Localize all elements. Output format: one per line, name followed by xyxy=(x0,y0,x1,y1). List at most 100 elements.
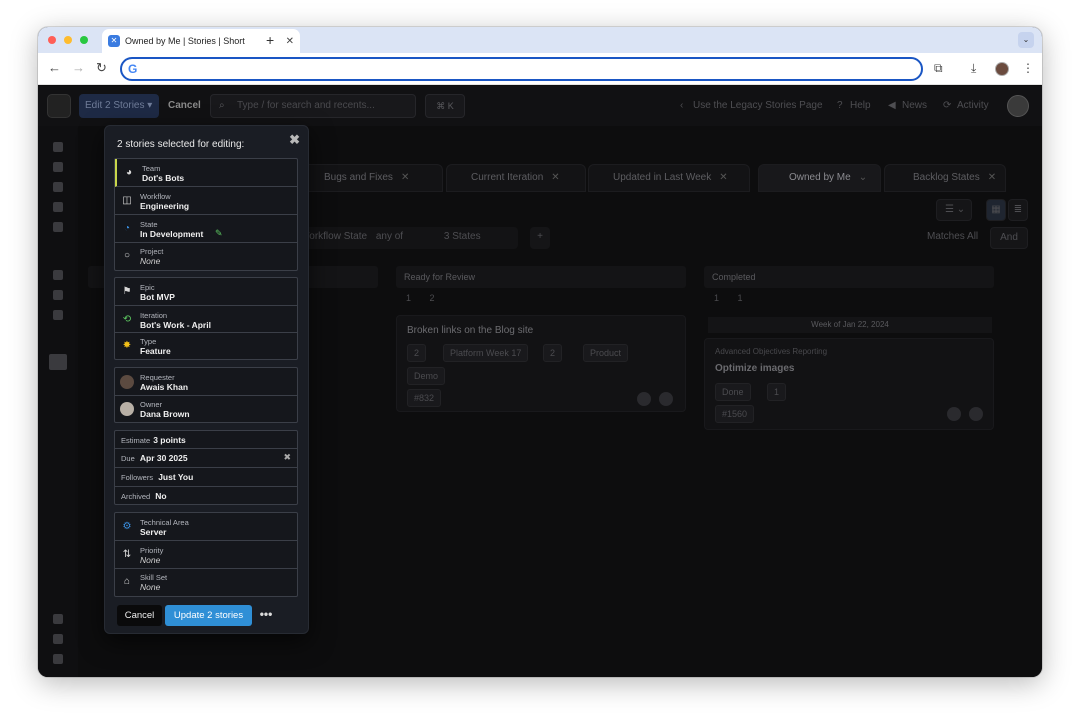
objectives-icon[interactable] xyxy=(53,162,63,172)
help-link[interactable]: Help xyxy=(850,100,871,111)
story-card[interactable]: Advanced Objectives Reporting Optimize i… xyxy=(704,338,994,430)
news-link[interactable]: News xyxy=(902,100,927,111)
followers-field[interactable]: Followers Just You xyxy=(115,468,297,487)
epic-label[interactable]: Advanced Objectives Reporting xyxy=(715,347,827,356)
starred-icon[interactable] xyxy=(53,654,63,664)
in-progress-state-icon: ◔ xyxy=(123,223,131,234)
story-title[interactable]: Broken links on the Blog site xyxy=(407,325,533,336)
iteration-field[interactable]: ⟲ Iteration Bot's Work - April xyxy=(115,306,297,333)
chevron-down-icon[interactable]: ⌄ xyxy=(859,172,867,183)
table-view-icon[interactable]: ≣ xyxy=(1008,199,1028,221)
field-label: Requester xyxy=(140,373,175,382)
epic-field[interactable]: ⚑ Epic Bot MVP xyxy=(115,278,297,306)
tab-close-icon[interactable]: ✕ xyxy=(401,172,409,183)
field-value: Feature xyxy=(140,346,171,356)
product-label-chip[interactable]: Product xyxy=(583,344,629,362)
skill-set-field[interactable]: ⌂ Skill Set None xyxy=(115,569,297,596)
type-field[interactable]: ✸ Type Feature xyxy=(115,333,297,359)
home-icon[interactable] xyxy=(53,142,63,152)
story-id-chip[interactable]: #1560 xyxy=(715,405,755,423)
topbar-cancel-button[interactable]: Cancel xyxy=(168,100,201,111)
workflow-field[interactable]: ◫ Workflow Engineering xyxy=(115,187,297,215)
stories-icon[interactable] xyxy=(53,202,63,212)
forward-arrow-icon[interactable]: → xyxy=(72,60,85,75)
estimate-chip[interactable]: 2 xyxy=(407,344,427,362)
matches-all-select[interactable]: Matches All xyxy=(919,227,985,249)
epics-icon[interactable] xyxy=(53,182,63,192)
requester-avatar[interactable] xyxy=(659,392,673,406)
state-chip[interactable]: Done xyxy=(715,383,751,401)
zoom-window-dot[interactable] xyxy=(80,36,88,44)
requester-field[interactable]: Requester Awais Khan xyxy=(115,368,297,396)
new-tab-button[interactable]: + xyxy=(266,32,274,48)
back-arrow-icon[interactable]: ← xyxy=(48,60,61,75)
user-avatar[interactable] xyxy=(1007,95,1029,117)
extensions-icon[interactable]: ⧉ xyxy=(934,61,943,76)
week-group-header: Week of Jan 22, 2024 xyxy=(708,317,992,333)
estimate-field[interactable]: Estimate 3 points xyxy=(115,431,297,449)
state-field[interactable]: ◔ State In Development ✎ xyxy=(115,215,297,243)
field-value: None xyxy=(140,256,161,266)
team-icon[interactable] xyxy=(53,270,63,280)
update-stories-button[interactable]: Update 2 stories xyxy=(165,605,252,626)
legacy-stories-link[interactable]: Use the Legacy Stories Page xyxy=(693,100,823,111)
browser-toolbar: ← → ↻ G ⧉ ⤓ ⋮ xyxy=(38,53,1042,85)
owner-field[interactable]: Owner Dana Brown xyxy=(115,396,297,423)
cancel-button[interactable]: Cancel xyxy=(117,605,162,626)
demo-label-chip[interactable]: Demo xyxy=(407,367,446,385)
owner-avatar[interactable] xyxy=(947,407,961,421)
tab-close-icon[interactable]: ✕ xyxy=(551,172,559,183)
command-shortcut-button[interactable]: ⌘ K xyxy=(425,94,465,118)
field-value: Server xyxy=(140,527,167,537)
display-options-button[interactable]: ☰ ⌄ xyxy=(936,199,972,221)
and-operator-button[interactable]: And xyxy=(990,227,1028,249)
tab-owned-by-me[interactable]: Owned by Me ⌄ xyxy=(758,164,881,192)
teams-nav-icon[interactable] xyxy=(49,354,67,370)
requester-avatar[interactable] xyxy=(969,407,983,421)
tab-close-icon[interactable]: ✕ xyxy=(286,36,294,47)
settings-icon[interactable] xyxy=(53,614,63,624)
clear-date-icon[interactable]: ✖ xyxy=(283,452,291,463)
tab-close-icon[interactable]: ✕ xyxy=(719,172,727,183)
close-icon[interactable]: ✖ xyxy=(289,132,300,148)
address-bar[interactable]: G xyxy=(120,57,923,81)
technical-area-field[interactable]: ⚙ Technical Area Server xyxy=(115,513,297,541)
reload-icon[interactable]: ↻ xyxy=(96,60,107,76)
activity-link[interactable]: Activity xyxy=(957,100,989,111)
toggle-icon[interactable] xyxy=(53,634,63,644)
story-card[interactable]: Broken links on the Blog site 2 Platform… xyxy=(396,315,686,412)
archived-field[interactable]: Archived No xyxy=(115,487,297,505)
points-chip[interactable]: 1 xyxy=(767,383,787,401)
browser-profile-avatar[interactable] xyxy=(995,62,1009,76)
workflow-filter[interactable]: Workflow State any of 3 States xyxy=(288,227,518,249)
integrations-icon[interactable] xyxy=(53,310,63,320)
kanban-view-icon[interactable]: ▦ xyxy=(986,199,1006,221)
iteration-chip[interactable]: Platform Week 17 xyxy=(443,344,529,362)
toolbox-icon: ⌂ xyxy=(123,576,131,587)
priority-field[interactable]: ⇅ Priority None xyxy=(115,541,297,569)
close-window-dot[interactable] xyxy=(48,36,56,44)
tab-updated-last-week[interactable]: Updated in Last Week ✕ xyxy=(588,164,750,192)
workspace-logo[interactable] xyxy=(47,94,71,118)
tab-current-iteration[interactable]: Current Iteration ✕ xyxy=(446,164,586,192)
add-filter-button[interactable]: + xyxy=(530,227,550,249)
reports-icon[interactable] xyxy=(53,290,63,300)
points-chip[interactable]: 2 xyxy=(543,344,563,362)
team-field[interactable]: ◕ Team Dot's Bots xyxy=(115,159,297,187)
edit-stories-button[interactable]: Edit 2 Stories ▾ xyxy=(79,94,159,118)
tab-close-icon[interactable]: ✕ xyxy=(988,172,996,183)
tab-bugs-and-fixes[interactable]: Bugs and Fixes ✕ xyxy=(303,164,443,192)
project-field[interactable]: ○ Project None xyxy=(115,243,297,270)
owner-avatar[interactable] xyxy=(637,392,651,406)
search-input[interactable]: ⌕ Type / for search and recents... xyxy=(210,94,416,118)
download-icon[interactable]: ⤓ xyxy=(971,61,976,76)
due-date-field[interactable]: Due Apr 30 2025 ✖ xyxy=(115,449,297,468)
tab-backlog-states[interactable]: Backlog States ✕ xyxy=(884,164,1006,192)
docs-icon[interactable] xyxy=(53,222,63,232)
story-id-chip[interactable]: #832 xyxy=(407,389,442,407)
tab-search-button[interactable]: ⌄ xyxy=(1018,32,1034,48)
story-title[interactable]: Optimize images xyxy=(715,363,794,374)
more-options-icon[interactable]: ••• xyxy=(258,605,274,626)
minimize-window-dot[interactable] xyxy=(64,36,72,44)
browser-menu-icon[interactable]: ⋮ xyxy=(1022,61,1034,75)
